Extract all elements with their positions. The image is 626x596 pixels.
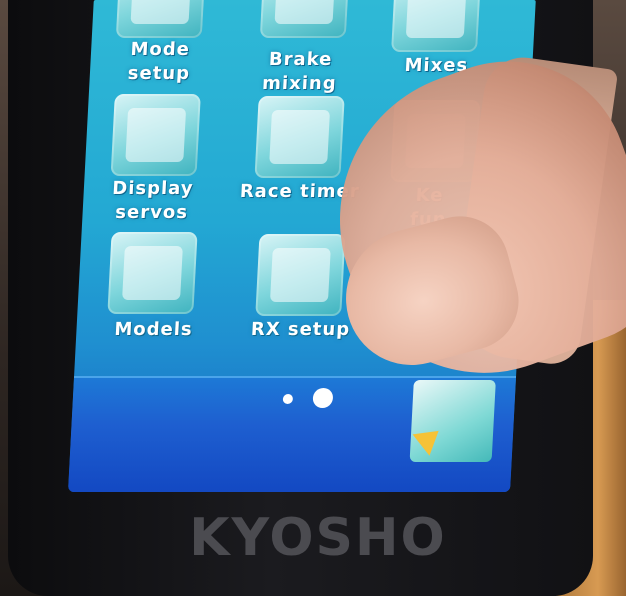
app-icon-mixes[interactable] xyxy=(391,0,482,52)
models-icon xyxy=(122,246,183,300)
mixes-icon xyxy=(405,0,467,38)
brake-mixing-icon xyxy=(274,0,336,24)
arrow-icon xyxy=(412,420,448,456)
app-icon-rx-setup[interactable] xyxy=(255,234,346,316)
app-label-display-servos: Display servos xyxy=(96,177,209,225)
race-timer-icon xyxy=(269,110,331,164)
app-label-line1: Models xyxy=(113,319,194,340)
display-servos-icon xyxy=(125,108,187,162)
app-label-line2: setup xyxy=(127,63,191,84)
app-label-line1: Mode xyxy=(129,39,191,60)
home-menu-button[interactable] xyxy=(409,380,496,462)
app-label-models: Models xyxy=(98,318,209,342)
app-label-line1: Display xyxy=(111,178,195,199)
brand-logo: KYOSHO xyxy=(189,508,447,568)
app-label-line2: servos xyxy=(114,202,189,223)
mode-setup-icon xyxy=(130,0,192,24)
app-icon-mode-setup[interactable] xyxy=(115,0,207,38)
app-label-line1: Brake xyxy=(268,49,333,70)
app-label-line2: mixing xyxy=(261,73,338,94)
app-label-brake-mixing: Brake mixing xyxy=(239,48,362,96)
app-icon-brake-mixing[interactable] xyxy=(259,0,351,38)
app-label-rx-setup: RX setup xyxy=(240,318,361,342)
app-label-line1: RX setup xyxy=(250,319,351,340)
app-icon-models[interactable] xyxy=(107,232,198,314)
app-icon-race-timer[interactable] xyxy=(254,96,345,178)
app-label-mode-setup: Mode setup xyxy=(103,38,216,86)
rx-setup-icon xyxy=(269,248,331,302)
app-icon-display-servos[interactable] xyxy=(110,94,201,176)
